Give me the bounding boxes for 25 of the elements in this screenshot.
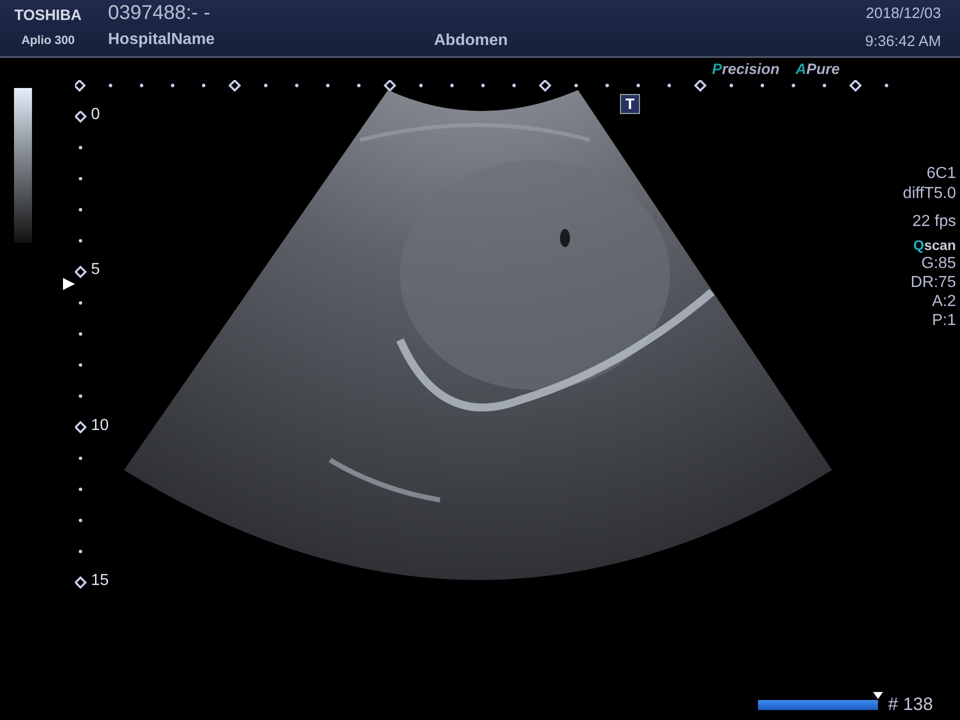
probe-info: 6C1 (926, 164, 956, 184)
patient-id: 0397488:- - (108, 2, 212, 25)
t-badge: T (620, 94, 640, 114)
image-parameter: DR:75 (910, 273, 956, 292)
qscan-label: Qscan (913, 236, 956, 254)
image-parameter: A:2 (932, 292, 956, 311)
depth-label: 5 (91, 261, 100, 280)
date: 2018/12/03 (866, 5, 941, 22)
cine-marker-icon (873, 692, 883, 698)
image-parameter: G:85 (921, 254, 956, 273)
brand-logo: TOSHIBA (14, 7, 82, 24)
depth-label: 15 (91, 572, 109, 590)
depth-label: 10 (91, 416, 109, 435)
frame-number: # 138 (888, 694, 934, 715)
model-name: Aplio 300 (21, 33, 75, 47)
mode-label: APure (796, 61, 840, 78)
probe-info: diffT5.0 (902, 184, 956, 204)
hospital-name: HospitalName (108, 31, 216, 49)
image-parameter: P:1 (932, 311, 956, 330)
exam-type: Abdomen (434, 32, 508, 50)
frame-rate: 22 fps (912, 212, 956, 232)
time: 9:36:42 AM (865, 33, 941, 50)
focus-marker-icon (63, 278, 75, 290)
depth-label: 0 (91, 106, 100, 124)
mode-label: Precision (712, 61, 780, 78)
